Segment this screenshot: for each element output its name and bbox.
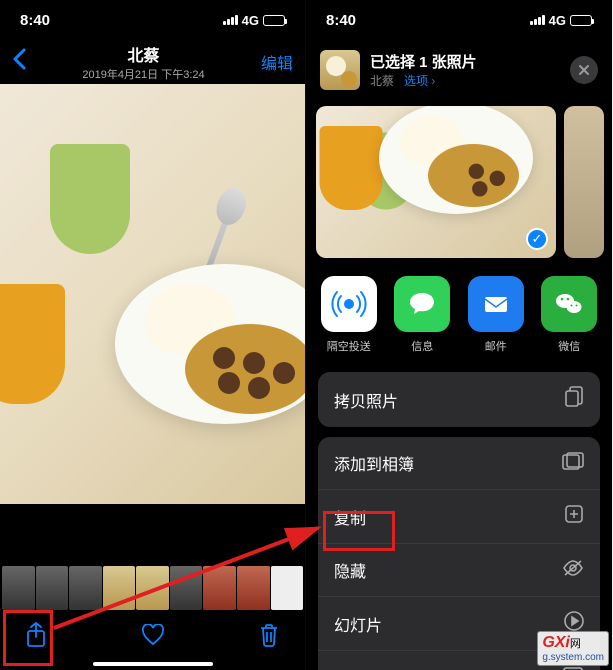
thumb-item[interactable] bbox=[69, 566, 102, 610]
network-label: 4G bbox=[549, 13, 566, 28]
share-title: 已选择 1 张照片 bbox=[370, 51, 560, 72]
thumb-item[interactable] bbox=[36, 566, 69, 610]
action-copy-photo[interactable]: 拷贝照片 bbox=[318, 372, 600, 427]
app-label: 微信 bbox=[537, 338, 601, 354]
nav-bar: 北蔡 2019年4月21日 下午3:24 编辑 bbox=[0, 40, 305, 84]
thumb-item[interactable] bbox=[136, 566, 169, 610]
back-button[interactable] bbox=[12, 48, 26, 77]
action-label: 隐藏 bbox=[334, 558, 366, 582]
status-bar: 8:40 4G bbox=[0, 0, 305, 40]
close-button[interactable] bbox=[570, 56, 598, 84]
battery-icon bbox=[570, 15, 592, 26]
status-time: 8:40 bbox=[326, 12, 356, 29]
share-header: 已选择 1 张照片 北蔡 选项 › bbox=[306, 40, 612, 100]
preview-row[interactable]: ✓ bbox=[306, 100, 612, 264]
hide-icon bbox=[562, 560, 584, 581]
preview-thumb-next[interactable] bbox=[564, 106, 604, 258]
action-label: 隔空播放 bbox=[334, 665, 398, 670]
app-mail[interactable]: 邮件 bbox=[464, 276, 528, 354]
action-label: 添加到相簿 bbox=[334, 451, 414, 475]
annotation-box-hide bbox=[323, 511, 395, 551]
wechat-icon bbox=[541, 276, 597, 332]
nav-subtitle: 2019年4月21日 下午3:24 bbox=[26, 66, 261, 82]
status-time: 8:40 bbox=[20, 12, 50, 29]
heart-icon[interactable] bbox=[141, 624, 165, 652]
copy-icon bbox=[564, 386, 584, 413]
main-photo[interactable] bbox=[0, 84, 305, 504]
action-hide[interactable]: 隐藏 bbox=[318, 544, 600, 597]
signal-icon bbox=[530, 15, 545, 25]
messages-icon bbox=[394, 276, 450, 332]
share-album-label: 北蔡 bbox=[370, 74, 394, 88]
preview-thumb-selected[interactable]: ✓ bbox=[316, 106, 556, 258]
action-label: 幻灯片 bbox=[334, 612, 382, 636]
app-label: 邮件 bbox=[464, 338, 528, 354]
action-list-1: 拷贝照片 bbox=[318, 372, 600, 427]
status-right: 4G bbox=[223, 13, 285, 28]
watermark: GXi网 g.system.com bbox=[537, 631, 609, 666]
airplay-icon bbox=[562, 666, 584, 670]
annotation-box-share bbox=[3, 610, 53, 666]
network-label: 4G bbox=[242, 13, 259, 28]
mail-icon bbox=[468, 276, 524, 332]
selected-check-icon: ✓ bbox=[526, 228, 548, 250]
app-messages[interactable]: 信息 bbox=[390, 276, 454, 354]
trash-icon[interactable] bbox=[259, 623, 279, 653]
thumb-item[interactable] bbox=[170, 566, 203, 610]
share-sheet-screen: 8:40 4G 已选择 1 张照片 北蔡 选项 › bbox=[306, 0, 612, 670]
thumb-item[interactable] bbox=[103, 566, 136, 610]
share-thumbnail bbox=[320, 50, 360, 90]
photo-detail-screen: 8:40 4G 北蔡 2019年4月21日 下午3:24 编辑 bbox=[0, 0, 306, 670]
action-add-to-album[interactable]: 添加到相簿 bbox=[318, 437, 600, 490]
airdrop-icon bbox=[321, 276, 377, 332]
status-right: 4G bbox=[530, 13, 592, 28]
thumb-item[interactable] bbox=[2, 566, 35, 610]
app-label: 信息 bbox=[390, 338, 454, 354]
thumb-item[interactable] bbox=[237, 566, 270, 610]
battery-icon bbox=[263, 15, 285, 26]
add-album-icon bbox=[562, 452, 584, 475]
status-bar: 8:40 4G bbox=[306, 0, 612, 40]
home-indicator[interactable] bbox=[93, 662, 213, 666]
thumb-item[interactable] bbox=[203, 566, 236, 610]
thumbnail-strip[interactable] bbox=[0, 566, 305, 610]
app-wechat[interactable]: 微信 bbox=[537, 276, 601, 354]
app-label: 隔空投送 bbox=[317, 338, 381, 354]
app-airdrop[interactable]: 隔空投送 bbox=[317, 276, 381, 354]
duplicate-icon bbox=[564, 504, 584, 529]
nav-title: 北蔡 bbox=[26, 42, 261, 66]
edit-button[interactable]: 编辑 bbox=[261, 50, 293, 74]
action-label: 拷贝照片 bbox=[334, 388, 398, 412]
nav-title-area: 北蔡 2019年4月21日 下午3:24 bbox=[26, 42, 261, 82]
signal-icon bbox=[223, 15, 238, 25]
thumb-item[interactable] bbox=[271, 566, 304, 610]
share-options-button[interactable]: 选项 › bbox=[404, 74, 435, 88]
share-apps-row: 隔空投送 信息 邮件 微信 bbox=[306, 264, 612, 362]
